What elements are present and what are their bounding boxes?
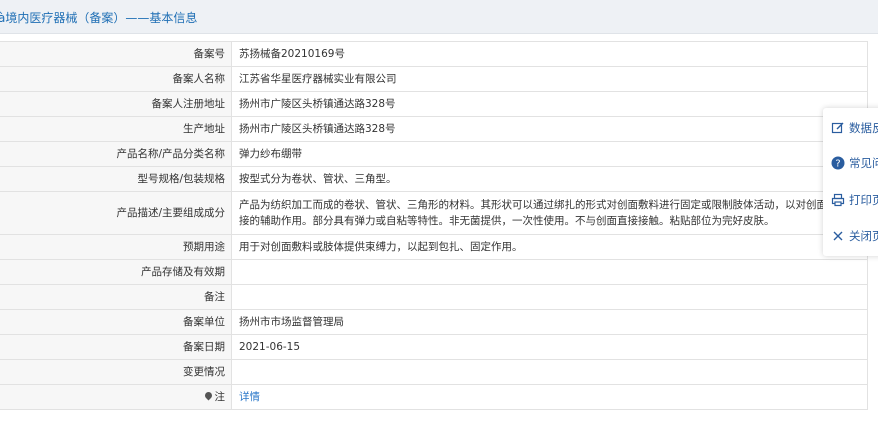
row-value: 产品为纺织加工而成的卷状、管状、三角形的材料。其形状可以通过绑扎的形式对创面敷料… — [231, 191, 868, 235]
table-row: 备注 — [0, 284, 868, 310]
table-row: 备案人注册地址 扬州市广陵区头桥镇通达路328号 — [0, 91, 868, 117]
note-value-cell: 详情 — [231, 384, 868, 410]
row-value: 扬州市广陵区头桥镇通达路328号 — [231, 91, 868, 117]
row-value: 按型式分为卷状、管状、三角型。 — [231, 166, 868, 192]
row-label: 产品存储及有效期 — [0, 259, 232, 285]
side-panel: 数据反 ? 常见问 打印页 关闭页 — [823, 108, 878, 256]
note-label: 注 — [214, 391, 226, 403]
close-icon — [831, 229, 845, 243]
table-row: 产品描述/主要组成成分 产品为纺织加工而成的卷状、管状、三角形的材料。其形状可以… — [0, 191, 868, 235]
row-label: 备案人注册地址 — [0, 91, 232, 117]
print-icon — [831, 193, 845, 207]
table-row: 备案日期 2021-06-15 — [0, 334, 868, 360]
side-item-label: 关闭页 — [849, 229, 878, 243]
row-value: 2021-06-15 — [231, 334, 868, 360]
row-label: 备案日期 — [0, 334, 232, 360]
row-value: 江苏省华星医疗器械实业有限公司 — [231, 66, 868, 92]
svg-text:?: ? — [835, 159, 840, 170]
row-value: 用于对创面敷料或肢体提供束缚力，以起到包扎、固定作用。 — [231, 234, 868, 260]
table-row: 型号规格/包装规格 按型式分为卷状、管状、三角型。 — [0, 166, 868, 192]
table-row: 备案号 苏扬械备20210169号 — [0, 41, 868, 67]
row-label: 生产地址 — [0, 116, 232, 142]
row-label: 备注 — [0, 284, 232, 310]
table-row: 备案人名称 江苏省华星医疗器械实业有限公司 — [0, 66, 868, 92]
row-label: 备案单位 — [0, 309, 232, 335]
table-row: 生产地址 扬州市广陵区头桥镇通达路328号 — [0, 116, 868, 142]
table-row: 产品名称/产品分类名称 弹力纱布绷带 — [0, 141, 868, 167]
question-icon: ? — [831, 156, 845, 170]
row-value — [231, 359, 868, 385]
side-item-label: 打印页 — [849, 193, 878, 207]
faq-button[interactable]: ? 常见问 — [831, 153, 878, 173]
row-value: 扬州市市场监督管理局 — [231, 309, 868, 335]
page-header: à境内医疗器械（备案）——基本信息 — [0, 0, 878, 34]
row-label: 预期用途 — [0, 234, 232, 260]
row-label: 备案人名称 — [0, 66, 232, 92]
row-value: 扬州市广陵区头桥镇通达路328号 — [231, 116, 868, 142]
close-button[interactable]: 关闭页 — [831, 226, 878, 246]
row-label: 型号规格/包装规格 — [0, 166, 232, 192]
row-value: 苏扬械备20210169号 — [231, 41, 868, 67]
pin-icon — [203, 390, 213, 401]
table-row: 变更情况 — [0, 359, 868, 385]
note-label-cell: 注 — [0, 384, 232, 410]
feedback-button[interactable]: 数据反 — [831, 118, 878, 138]
info-table: 备案号 苏扬械备20210169号 备案人名称 江苏省华星医疗器械实业有限公司 … — [0, 41, 868, 410]
table-row: 注 详情 — [0, 384, 868, 410]
row-value — [231, 259, 868, 285]
row-label: 变更情况 — [0, 359, 232, 385]
row-label: 产品名称/产品分类名称 — [0, 141, 232, 167]
page-title: à境内医疗器械（备案）——基本信息 — [0, 11, 198, 25]
details-link[interactable]: 详情 — [239, 391, 260, 403]
table-row: 备案单位 扬州市市场监督管理局 — [0, 309, 868, 335]
table-row: 产品存储及有效期 — [0, 259, 868, 285]
edit-icon — [831, 121, 845, 135]
side-item-label: 数据反 — [849, 121, 878, 135]
row-value — [231, 284, 868, 310]
row-label: 备案号 — [0, 41, 232, 67]
row-value: 弹力纱布绷带 — [231, 141, 868, 167]
print-button[interactable]: 打印页 — [831, 190, 878, 210]
table-row: 预期用途 用于对创面敷料或肢体提供束缚力，以起到包扎、固定作用。 — [0, 234, 868, 260]
side-item-label: 常见问 — [849, 156, 878, 170]
row-label: 产品描述/主要组成成分 — [0, 191, 232, 235]
